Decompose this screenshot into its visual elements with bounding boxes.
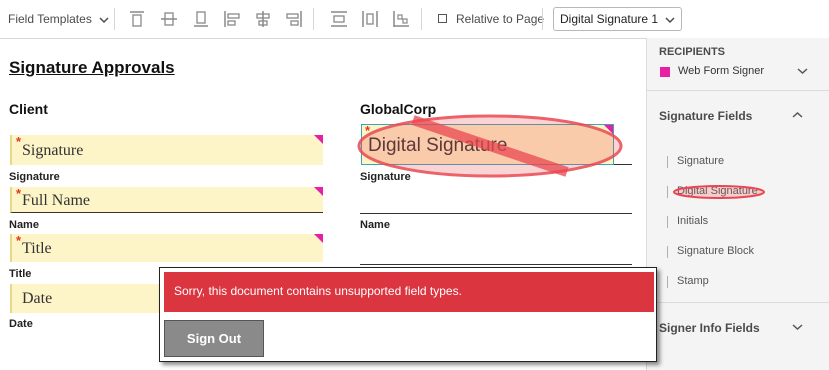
chevron-down-icon[interactable] (797, 67, 808, 75)
align-right-icon[interactable] (285, 10, 303, 28)
client-header: Client (9, 101, 48, 117)
date-label: Date (9, 318, 33, 330)
signature-field[interactable]: * Signature (10, 134, 323, 165)
full-name-field-placeholder: Full Name (22, 192, 90, 209)
recipient-corner-marker (314, 234, 323, 243)
sig-field-item-stamp[interactable]: Stamp (677, 275, 709, 287)
page-title: Signature Approvals (9, 58, 175, 77)
recipient-name[interactable]: Web Form Signer (678, 65, 764, 77)
digital-signature-highlight (673, 185, 765, 199)
corp-signature-label: Signature (360, 171, 411, 183)
recipients-header: RECIPIENTS (659, 46, 726, 58)
field-select-value: Digital Signature 1 (560, 12, 659, 26)
toolbar-divider (114, 8, 115, 30)
name-line (360, 213, 632, 214)
toolbar-divider (421, 8, 422, 30)
date-field-placeholder: Date (22, 290, 53, 307)
list-tick (667, 186, 668, 198)
list-tick (667, 216, 668, 228)
list-tick (667, 276, 668, 288)
align-left-icon[interactable] (223, 10, 241, 28)
checkbox-icon[interactable] (438, 14, 447, 23)
chevron-down-icon (99, 17, 109, 23)
sign-out-button[interactable]: Sign Out (164, 320, 264, 357)
list-tick (667, 246, 668, 258)
field-templates-menu[interactable]: Field Templates (8, 12, 109, 26)
align-middle-icon[interactable] (160, 10, 178, 28)
title-field[interactable]: * Title (10, 233, 323, 262)
align-center-icon[interactable] (254, 10, 272, 28)
title-label: Title (9, 268, 32, 280)
required-marker: * (16, 233, 22, 248)
signer-info-header[interactable]: Signer Info Fields (659, 321, 760, 335)
toolbar: Field Templates Relative to Page Digital… (0, 0, 829, 39)
recipient-corner-marker (314, 187, 323, 196)
right-panel: RECIPIENTS Web Form Signer Signature Fie… (646, 38, 829, 370)
signature-fields-header[interactable]: Signature Fields (659, 109, 752, 123)
required-marker: * (16, 186, 22, 201)
chevron-up-icon[interactable] (792, 111, 803, 119)
align-bottom-icon[interactable] (192, 10, 210, 28)
panel-divider (647, 302, 829, 303)
corp-name-label: Name (360, 219, 390, 231)
size-icon[interactable] (392, 10, 410, 28)
name-label: Name (9, 219, 39, 231)
chevron-down-icon[interactable] (792, 323, 803, 331)
error-dialog: Sorry, this document contains unsupporte… (159, 267, 657, 362)
panel-divider (647, 90, 829, 91)
field-templates-label: Field Templates (8, 12, 92, 26)
date-field[interactable]: Date (10, 284, 160, 313)
required-marker: * (16, 134, 22, 149)
sig-field-item-initials[interactable]: Initials (677, 215, 708, 227)
toolbar-divider (313, 8, 314, 30)
recipient-corner-marker (314, 135, 323, 144)
error-banner: Sorry, this document contains unsupporte… (164, 272, 654, 312)
full-name-field[interactable]: * Full Name (10, 186, 323, 213)
distribute-horizontal-icon[interactable] (361, 10, 379, 28)
field-select[interactable]: Digital Signature 1 (553, 7, 682, 31)
signature-label: Signature (9, 171, 60, 183)
align-top-icon[interactable] (128, 10, 146, 28)
title-field-placeholder: Title (22, 240, 52, 257)
error-message: Sorry, this document contains unsupporte… (174, 284, 462, 298)
toolbar-divider (542, 8, 543, 30)
sig-field-item-signature-block[interactable]: Signature Block (677, 245, 754, 257)
title-line (360, 264, 632, 265)
list-tick (667, 156, 668, 168)
distribute-vertical-icon[interactable] (330, 10, 348, 28)
sig-field-item-signature[interactable]: Signature (677, 155, 724, 167)
signature-field-placeholder: Signature (22, 142, 84, 159)
recipient-color-swatch (660, 67, 670, 77)
relative-to-page-label: Relative to Page (456, 12, 545, 26)
chevron-down-icon (665, 17, 675, 24)
